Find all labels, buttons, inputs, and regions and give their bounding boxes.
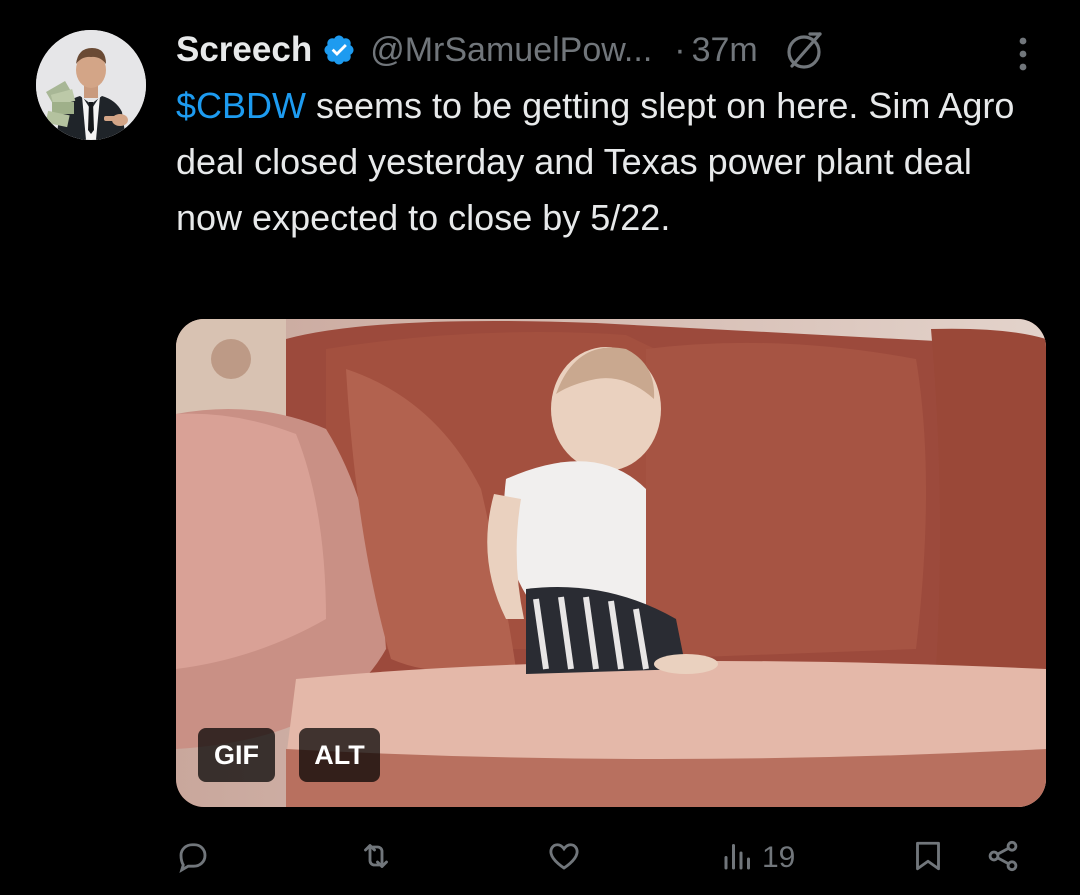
more-options-icon[interactable] <box>1012 36 1034 72</box>
verified-badge-icon[interactable] <box>322 33 356 67</box>
separator-dot: · <box>674 30 686 69</box>
cashtag-link[interactable]: $CBDW <box>176 85 306 126</box>
tweet-header: Screech @MrSamuelPow... · 37m <box>176 26 1056 74</box>
reply-button[interactable] <box>175 830 211 886</box>
reply-icon <box>175 838 211 879</box>
heart-icon <box>546 838 582 879</box>
share-button[interactable] <box>985 830 1021 886</box>
avatar[interactable] <box>36 30 146 140</box>
tweet-text: $CBDW seems to be getting slept on here.… <box>176 78 1036 246</box>
views-button[interactable]: 19 <box>720 830 795 886</box>
retweet-icon <box>358 838 394 879</box>
views-count: 19 <box>762 841 796 874</box>
share-icon <box>985 838 1021 879</box>
display-name[interactable]: Screech <box>176 30 312 70</box>
retweet-button[interactable] <box>358 830 394 886</box>
bookmark-button[interactable] <box>910 830 946 886</box>
grok-icon[interactable] <box>780 26 828 74</box>
action-bar: 19 <box>0 830 1080 890</box>
gif-badge[interactable]: GIF <box>198 728 275 782</box>
bookmark-icon <box>910 838 946 879</box>
alt-text-badge[interactable]: ALT <box>299 728 380 782</box>
timestamp[interactable]: 37m <box>692 31 758 70</box>
views-icon <box>720 838 756 879</box>
user-handle[interactable]: @MrSamuelPow... <box>370 31 652 70</box>
like-button[interactable] <box>546 830 582 886</box>
